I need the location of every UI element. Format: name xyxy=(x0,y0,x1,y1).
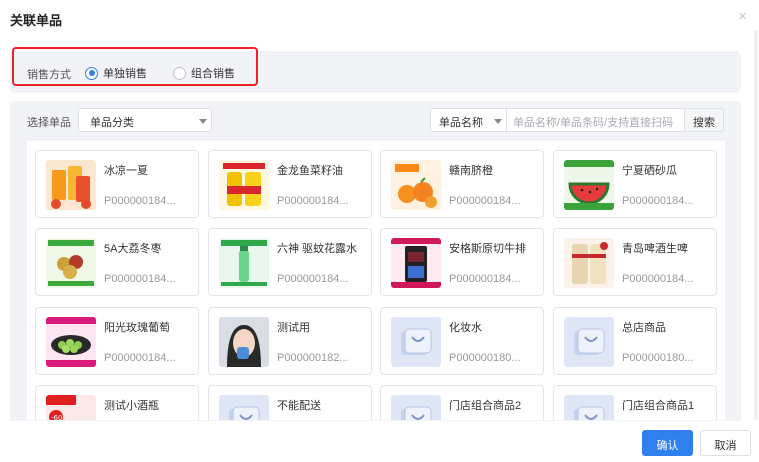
image-placeholder-icon xyxy=(564,395,614,420)
product-name: 测试用 xyxy=(277,322,310,334)
product-name: 阳光玫瑰葡萄 xyxy=(104,322,170,334)
select-product-label: 选择单品 xyxy=(27,117,71,129)
search-field-select[interactable]: 单品名称 xyxy=(430,108,507,132)
product-card[interactable]: -60 测试小酒瓶 xyxy=(35,385,199,420)
product-code: P000000184... xyxy=(622,273,694,285)
image-placeholder-icon xyxy=(391,395,441,420)
product-name: 冰凉一夏 xyxy=(104,165,148,177)
radio-combo-sale-label: 组合销售 xyxy=(191,68,235,80)
product-card[interactable]: 阳光玫瑰葡萄 P000000184... xyxy=(35,307,199,375)
radio-single-sale-label: 单独销售 xyxy=(103,68,147,80)
radio-combo-sale[interactable]: 组合销售 xyxy=(173,65,235,81)
product-name: 不能配送 xyxy=(277,400,321,412)
product-name: 总店商品 xyxy=(622,322,666,334)
product-image xyxy=(391,238,441,288)
product-image xyxy=(219,238,269,288)
search-input[interactable]: 单品名称/单品条码/支持直接扫码 xyxy=(507,108,685,132)
radio-checked-icon xyxy=(85,66,98,80)
product-card[interactable]: 总店商品 P000000180... xyxy=(553,307,717,375)
product-image xyxy=(46,238,96,288)
product-card[interactable]: 5A大荔冬枣 P000000184... xyxy=(35,228,199,296)
product-name: 安格斯原切牛排 xyxy=(449,243,526,255)
radio-unchecked-icon xyxy=(173,66,186,80)
product-code: P000000180... xyxy=(449,352,521,364)
product-card[interactable]: 冰凉一夏 P000000184... xyxy=(35,150,199,218)
product-code: P000000184... xyxy=(449,195,521,207)
product-name: 青岛啤酒生啤 xyxy=(622,243,688,255)
search-button[interactable]: 搜索 xyxy=(684,108,724,132)
product-name: 门店组合商品2 xyxy=(449,400,522,412)
confirm-button[interactable]: 确认 xyxy=(642,430,693,456)
sale-mode-label: 销售方式 xyxy=(27,69,71,81)
product-card[interactable]: 化妆水 P000000180... xyxy=(380,307,544,375)
product-image xyxy=(564,160,614,210)
product-card[interactable]: 宁夏硒砂瓜 P000000184... xyxy=(553,150,717,218)
category-select-value: 单品分类 xyxy=(90,117,134,129)
cancel-button[interactable]: 取消 xyxy=(700,430,751,456)
product-card[interactable]: 门店组合商品2 xyxy=(380,385,544,420)
image-placeholder-icon xyxy=(219,395,269,420)
product-code: P000000184... xyxy=(277,273,349,285)
product-image: -60 xyxy=(46,395,96,420)
product-code: P000000184... xyxy=(622,195,694,207)
svg-text:-60: -60 xyxy=(51,414,62,420)
close-icon[interactable]: × xyxy=(738,9,747,24)
product-image xyxy=(46,160,96,210)
search-field-value: 单品名称 xyxy=(439,117,483,129)
product-card[interactable]: 金龙鱼菜籽油 P000000184... xyxy=(208,150,372,218)
dialog-title: 关联单品 xyxy=(10,13,63,28)
product-card[interactable]: 六神 驱蚊花露水 P000000184... xyxy=(208,228,372,296)
product-image xyxy=(219,317,269,367)
product-code: P000000180... xyxy=(622,352,694,364)
product-name: 5A大荔冬枣 xyxy=(104,243,162,255)
chevron-down-icon xyxy=(494,119,502,124)
product-card[interactable]: 青岛啤酒生啤 P000000184... xyxy=(553,228,717,296)
product-image xyxy=(564,238,614,288)
product-code: P000000184... xyxy=(104,273,176,285)
category-select[interactable]: 单品分类 xyxy=(78,108,212,132)
product-name: 赣南脐橙 xyxy=(449,165,493,177)
radio-single-sale[interactable]: 单独销售 xyxy=(85,65,147,81)
product-card[interactable]: 测试用 P000000182... xyxy=(208,307,372,375)
product-name: 测试小酒瓶 xyxy=(104,400,159,412)
scrollbar-track[interactable] xyxy=(754,30,758,420)
product-name: 宁夏硒砂瓜 xyxy=(622,165,677,177)
product-name: 金龙鱼菜籽油 xyxy=(277,165,343,177)
product-code: P000000184... xyxy=(104,352,176,364)
product-code: P000000184... xyxy=(449,273,521,285)
product-image xyxy=(219,160,269,210)
product-grid: 冰凉一夏 P000000184... 金龙鱼菜籽油 P000000184... 赣南脐橙… xyxy=(27,141,725,420)
product-name: 六神 驱蚊花露水 xyxy=(277,243,358,255)
product-image xyxy=(46,317,96,367)
product-image xyxy=(391,160,441,210)
product-card[interactable]: 赣南脐橙 P000000184... xyxy=(380,150,544,218)
product-card[interactable]: 不能配送 xyxy=(208,385,372,420)
product-code: P000000182... xyxy=(277,352,349,364)
chevron-down-icon xyxy=(199,119,207,124)
product-card[interactable]: 安格斯原切牛排 P000000184... xyxy=(380,228,544,296)
product-code: P000000184... xyxy=(277,195,349,207)
product-name: 化妆水 xyxy=(449,322,482,334)
product-code: P000000184... xyxy=(104,195,176,207)
image-placeholder-icon xyxy=(391,317,441,367)
product-card[interactable]: 门店组合商品1 xyxy=(553,385,717,420)
product-name: 门店组合商品1 xyxy=(622,400,695,412)
image-placeholder-icon xyxy=(564,317,614,367)
